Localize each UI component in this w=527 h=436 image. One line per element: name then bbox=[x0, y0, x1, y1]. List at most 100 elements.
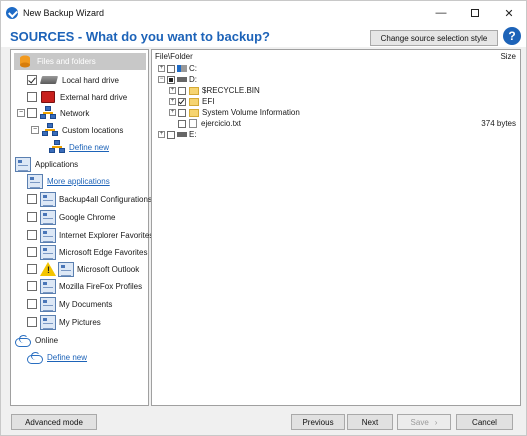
drive-d-checkbox[interactable] bbox=[167, 75, 175, 84]
drive-c-label: C: bbox=[189, 64, 197, 73]
warning-icon: ! bbox=[40, 262, 56, 276]
local-hard-drive-checkbox[interactable] bbox=[27, 75, 37, 85]
tree-row-system-volume[interactable]: + System Volume Information bbox=[169, 107, 300, 118]
app-item[interactable]: My Documents bbox=[27, 296, 112, 312]
ejercicio-size: 374 bytes bbox=[481, 119, 516, 128]
app-label: Microsoft Outlook bbox=[77, 264, 140, 274]
tree-row-recycle-bin[interactable]: + $RECYCLE.BIN bbox=[169, 85, 260, 96]
files-and-folders-header[interactable]: Files and folders bbox=[14, 53, 146, 70]
app-label: Microsoft Edge Favorites bbox=[59, 247, 148, 257]
tree-row-ejercicio[interactable]: ejercicio.txt bbox=[178, 118, 241, 129]
app-checkbox[interactable] bbox=[27, 281, 37, 291]
define-new-network-link[interactable]: Define new bbox=[69, 143, 109, 152]
network-expander[interactable]: − bbox=[17, 109, 25, 117]
app-checkbox[interactable] bbox=[27, 299, 37, 309]
network-checkbox[interactable] bbox=[27, 108, 37, 118]
application-icon bbox=[40, 191, 56, 207]
folder-icon bbox=[189, 97, 199, 106]
recycle-bin-checkbox[interactable] bbox=[178, 86, 186, 95]
application-icon bbox=[15, 156, 31, 172]
app-label: Internet Explorer Favorites bbox=[59, 230, 154, 240]
minimize-button[interactable]: — bbox=[424, 1, 458, 25]
expand-icon[interactable]: + bbox=[169, 98, 176, 105]
hard-drive-icon bbox=[39, 76, 59, 84]
help-icon[interactable]: ? bbox=[503, 27, 521, 45]
tree-row-drive-e[interactable]: + E: bbox=[158, 129, 197, 140]
app-item[interactable]: Google Chrome bbox=[27, 209, 115, 225]
app-checkbox[interactable] bbox=[27, 212, 37, 222]
drive-e-checkbox[interactable] bbox=[167, 130, 175, 139]
define-new-online-item[interactable]: Define new bbox=[27, 349, 87, 365]
next-button[interactable]: Next bbox=[347, 414, 393, 430]
drive-icon bbox=[177, 132, 187, 137]
save-label: Save bbox=[410, 417, 429, 427]
applications-label: Applications bbox=[35, 159, 79, 169]
cloud-icon bbox=[27, 352, 43, 364]
collapse-icon[interactable]: − bbox=[158, 76, 165, 83]
application-icon bbox=[40, 209, 56, 225]
source-type-panel: Files and folders Local hard drive Exter… bbox=[10, 49, 153, 406]
app-item[interactable]: My Pictures bbox=[27, 314, 101, 330]
app-label: Backup4all Configurations bbox=[59, 194, 152, 204]
app-checkbox[interactable] bbox=[27, 264, 37, 274]
app-checkbox[interactable] bbox=[27, 317, 37, 327]
file-tree-panel: File\Folder Size + C: − D: + $RECYCLE.BI… bbox=[151, 49, 521, 406]
define-new-online-link[interactable]: Define new bbox=[47, 353, 87, 362]
system-volume-checkbox[interactable] bbox=[178, 108, 186, 117]
expand-icon[interactable]: + bbox=[169, 87, 176, 94]
more-applications-link[interactable]: More applications bbox=[47, 177, 110, 186]
cancel-button[interactable]: Cancel bbox=[456, 414, 513, 430]
tree-row-efi[interactable]: + EFI bbox=[169, 96, 214, 107]
app-checkbox[interactable] bbox=[27, 194, 37, 204]
online-header[interactable]: Online bbox=[15, 332, 58, 348]
application-icon bbox=[58, 261, 74, 277]
app-item[interactable]: Internet Explorer Favorites bbox=[27, 227, 153, 243]
expand-icon[interactable]: + bbox=[158, 131, 165, 138]
custom-locations-expander[interactable]: − bbox=[31, 126, 39, 134]
save-button[interactable]: Save › bbox=[397, 414, 451, 430]
app-item[interactable]: Mozilla FireFox Profiles bbox=[27, 278, 142, 294]
expand-icon[interactable]: + bbox=[169, 109, 176, 116]
external-hard-drive-item[interactable]: External hard drive bbox=[27, 89, 127, 105]
applications-header[interactable]: Applications bbox=[15, 156, 78, 172]
tree-row-drive-c[interactable]: + C: bbox=[158, 63, 197, 74]
custom-locations-item[interactable]: − Custom locations bbox=[31, 122, 123, 138]
change-source-style-button[interactable]: Change source selection style bbox=[370, 30, 498, 46]
app-item[interactable]: Backup4all Configurations bbox=[27, 191, 152, 207]
app-label: My Documents bbox=[59, 299, 113, 309]
close-button[interactable]: ✕ bbox=[492, 1, 526, 25]
app-label: Mozilla FireFox Profiles bbox=[59, 281, 143, 291]
define-new-network-item[interactable]: Define new bbox=[49, 139, 109, 155]
app-checkbox[interactable] bbox=[27, 247, 37, 257]
external-hard-drive-label: External hard drive bbox=[60, 92, 128, 102]
custom-locations-label: Custom locations bbox=[62, 125, 124, 135]
ejercicio-label: ejercicio.txt bbox=[201, 119, 242, 128]
efi-checkbox[interactable] bbox=[178, 97, 186, 106]
drive-icon bbox=[177, 65, 187, 72]
expand-icon[interactable]: + bbox=[158, 65, 165, 72]
maximize-icon bbox=[471, 9, 479, 17]
efi-label: EFI bbox=[202, 97, 215, 106]
column-header-size[interactable]: Size bbox=[500, 52, 516, 61]
window-title: New Backup Wizard bbox=[23, 8, 105, 18]
ejercicio-checkbox[interactable] bbox=[178, 119, 186, 128]
external-hard-drive-checkbox[interactable] bbox=[27, 92, 37, 102]
maximize-button[interactable] bbox=[458, 1, 492, 25]
more-applications-item[interactable]: More applications bbox=[27, 173, 110, 189]
drive-c-checkbox[interactable] bbox=[167, 64, 175, 73]
drive-d-label: D: bbox=[189, 75, 197, 84]
app-item[interactable]: Microsoft Edge Favorites bbox=[27, 244, 147, 260]
previous-button[interactable]: Previous bbox=[291, 414, 345, 430]
folder-icon bbox=[189, 86, 199, 95]
column-header-folder[interactable]: File\Folder bbox=[155, 52, 193, 61]
app-checkbox[interactable] bbox=[27, 230, 37, 240]
app-item[interactable]: ! Microsoft Outlook bbox=[27, 261, 139, 277]
application-icon bbox=[40, 244, 56, 260]
app-icon bbox=[6, 7, 18, 19]
application-icon bbox=[40, 278, 56, 294]
database-icon bbox=[20, 55, 30, 68]
advanced-mode-button[interactable]: Advanced mode bbox=[11, 414, 97, 430]
local-hard-drive-item[interactable]: Local hard drive bbox=[27, 72, 119, 88]
network-item[interactable]: − Network bbox=[17, 105, 89, 121]
tree-row-drive-d[interactable]: − D: bbox=[158, 74, 197, 85]
